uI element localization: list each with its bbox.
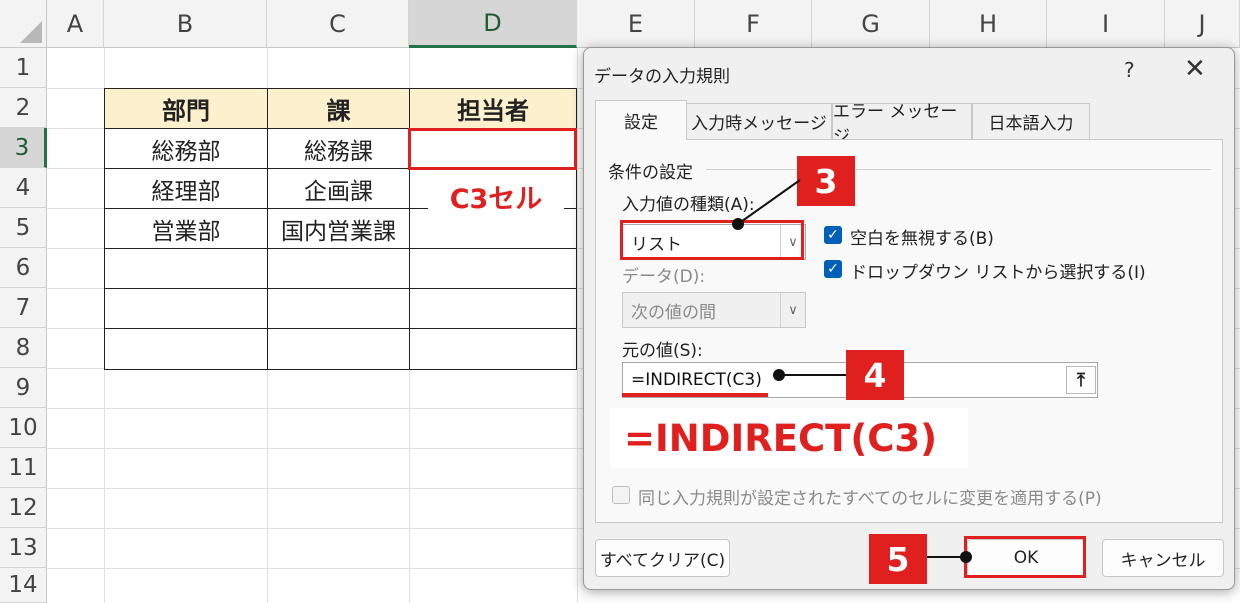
step3-connector <box>737 179 968 558</box>
step5-highlight <box>964 536 1086 578</box>
step3-dot <box>732 218 744 230</box>
formula-underline <box>622 393 768 397</box>
step4-dot <box>773 369 785 381</box>
step5-badge: 5 <box>869 534 927 584</box>
step5-dot <box>960 551 972 563</box>
tab-settings[interactable]: 設定 <box>595 100 687 140</box>
formula-callout: =INDIRECT(C3) <box>610 408 968 468</box>
step4-badge: 4 <box>846 350 904 400</box>
